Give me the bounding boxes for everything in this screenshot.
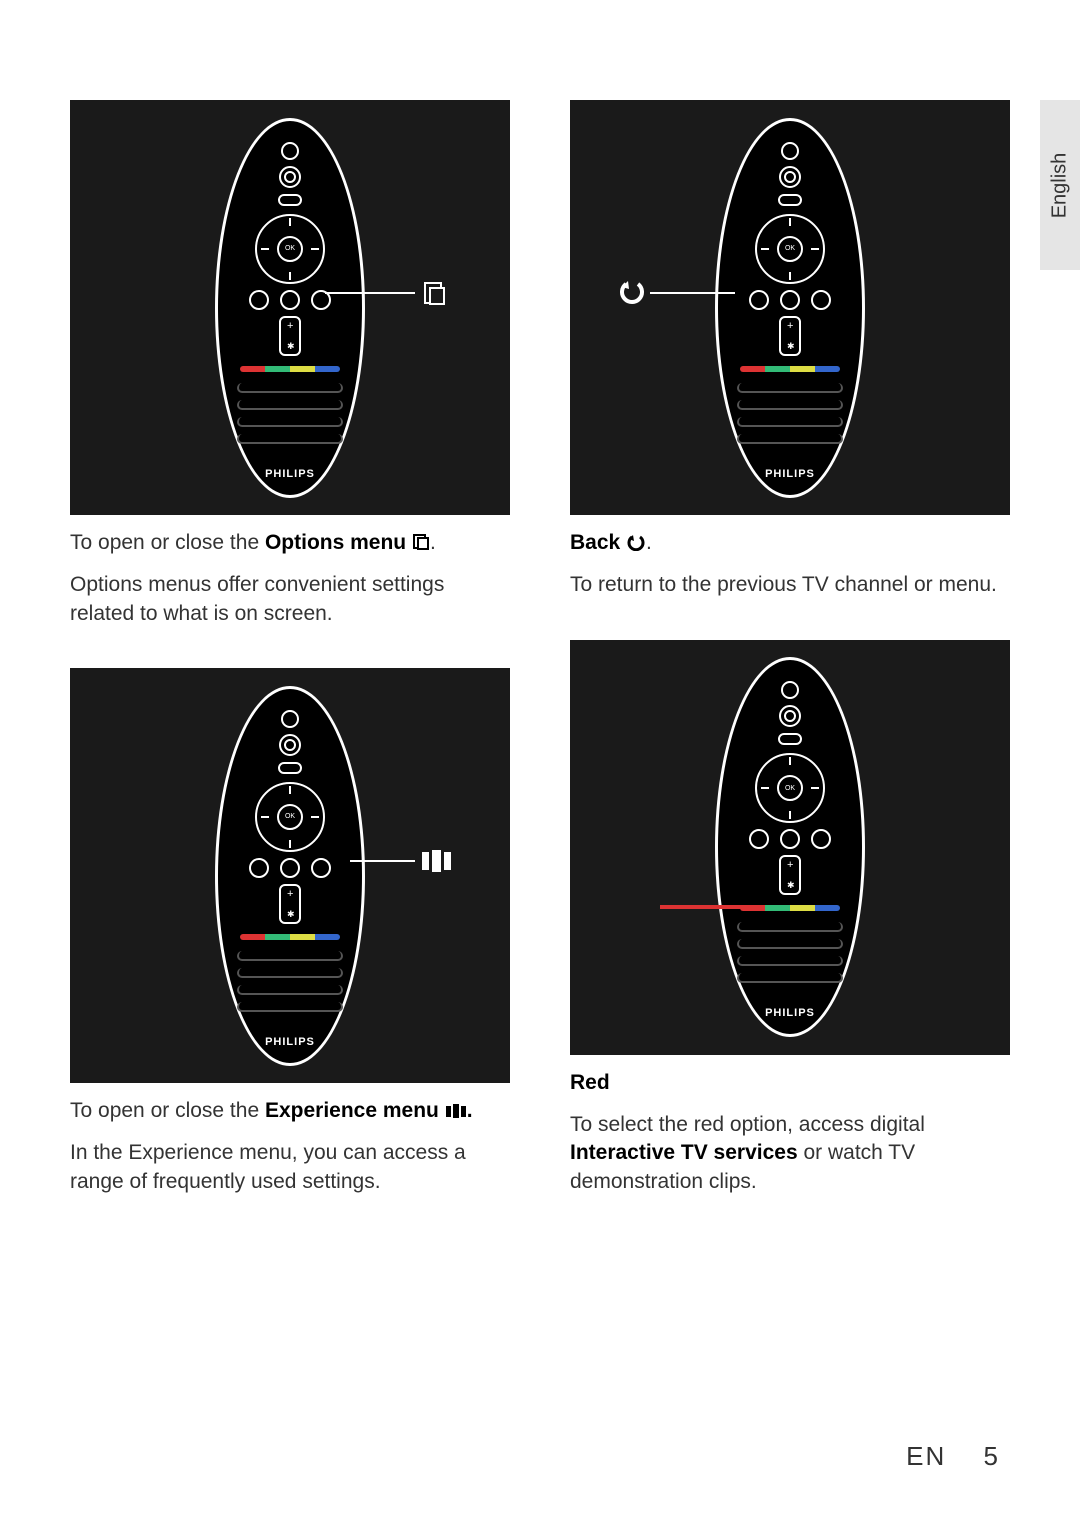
left-column: OK PHILIPS [70,100,510,1196]
red-title: Red [570,1069,1010,1097]
callout-line [350,860,415,862]
back-block: OK PHILIPS Back [570,100,1010,600]
footer-lang: EN [906,1441,946,1471]
language-label: English [1049,152,1072,218]
page-footer: EN 5 [906,1441,1000,1472]
remote-panel-back: OK PHILIPS [570,100,1010,515]
back-button-icon [249,290,269,310]
remote-panel-options: OK PHILIPS [70,100,510,515]
color-bar [240,366,340,372]
back-caption: Back . [570,529,1010,557]
browse-icon [278,194,302,206]
experience-menu-icon [420,848,454,874]
callout-line-red [660,905,745,909]
experience-caption: To open or close the Experience menu . [70,1097,510,1125]
footer-page-number: 5 [984,1441,1000,1471]
callout-line [325,292,415,294]
back-desc: To return to the previous TV channel or … [570,571,1010,599]
remote-panel-red: OK PHILIPS [570,640,1010,1055]
remote-illustration: OK PHILIPS [715,118,865,498]
right-column: OK PHILIPS Back [570,100,1010,1196]
options-menu-icon [412,533,430,551]
options-caption: To open or close the Options menu . [70,529,510,557]
content-columns: OK PHILIPS [0,0,1080,1196]
experience-block: OK PHILIPS T [70,668,510,1196]
red-desc: To select the red option, access digital… [570,1111,1010,1196]
back-icon [626,533,646,551]
remote-illustration: OK PHILIPS [215,118,365,498]
options-button-icon [280,290,300,310]
options-desc: Options menus offer convenient settings … [70,571,510,628]
brand-label: PHILIPS [215,468,365,480]
remote-illustration: OK PHILIPS [215,686,365,1066]
ok-button-icon: OK [277,236,303,262]
language-tab: English [1040,100,1080,270]
experience-desc: In the Experience menu, you can access a… [70,1139,510,1196]
back-icon [618,278,646,306]
experience-menu-icon [445,1103,467,1119]
volume-rocker-icon [279,316,301,356]
remote-panel-experience: OK PHILIPS [70,668,510,1083]
power-icon [281,142,299,160]
options-block: OK PHILIPS [70,100,510,628]
red-block: OK PHILIPS Red To select the red option,… [570,640,1010,1196]
home-icon [279,166,301,188]
manual-page: English OK [0,0,1080,1532]
options-menu-icon [422,280,448,306]
remote-illustration: OK PHILIPS [715,657,865,1037]
callout-line [650,292,735,294]
